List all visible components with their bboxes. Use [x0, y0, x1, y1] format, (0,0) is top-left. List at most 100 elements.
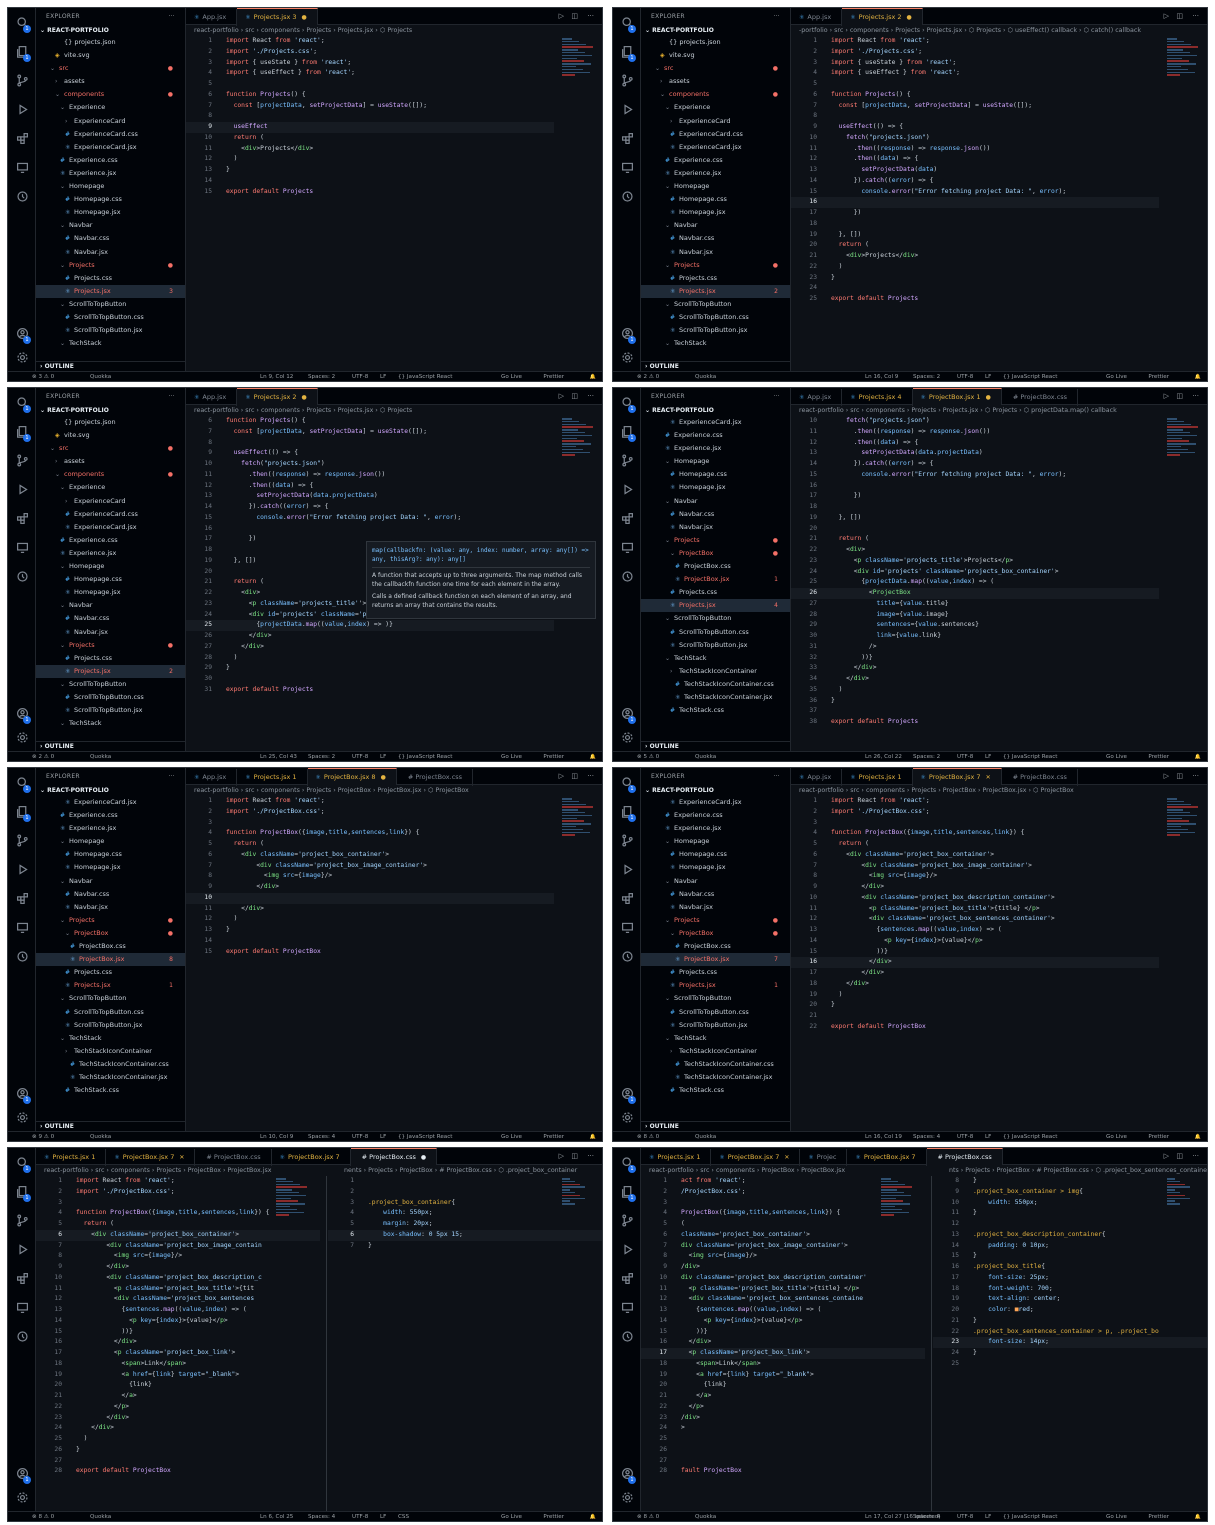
tree-item[interactable]: › TechStackIconContainer — [641, 665, 790, 678]
code-line[interactable]: 11 <div>Projects</div> — [186, 144, 554, 155]
project-section[interactable]: ⌄ REACT-PORTFOLIO — [36, 25, 185, 36]
editor-tab[interactable]: # ProjectBox.css — [195, 1149, 272, 1166]
line-ending[interactable]: LF — [380, 372, 386, 381]
project-section[interactable]: ⌄ REACT-PORTFOLIO — [641, 405, 790, 416]
tree-item[interactable]: ⚛ Homepage.jsx — [36, 206, 185, 219]
split-editor-icon[interactable]: ◫ — [571, 1148, 578, 1165]
code-line[interactable]: 16 </div> — [36, 1337, 320, 1348]
tree-item[interactable]: # ExperienceCard.css — [641, 128, 790, 141]
code-line[interactable]: 23 <p className='projects_title'>Project… — [791, 556, 1159, 567]
tree-item[interactable]: ⚛ Projects.jsx 1 — [36, 979, 185, 992]
extensions-icon[interactable] — [620, 1272, 634, 1286]
tree-item[interactable]: {} projects.json — [641, 36, 790, 49]
code-line[interactable]: 10 return ( — [186, 133, 554, 144]
code-line[interactable]: 18 — [791, 502, 1159, 513]
tree-item[interactable]: # Experience.css — [641, 429, 790, 442]
code-line[interactable]: 7 const [projectData, setProjectData] = … — [791, 101, 1159, 112]
tree-item[interactable]: {} projects.json — [36, 36, 185, 49]
code-line[interactable]: 4 import { useEffect } from 'react'; — [791, 68, 1159, 79]
code-line[interactable]: 15} — [933, 1251, 1207, 1262]
code-line[interactable]: 25 {projectData.map((value,index) => ( — [791, 577, 1159, 588]
code-line[interactable]: 33 </div> — [791, 663, 1159, 674]
editor-tab[interactable]: ⚛ App.jsx — [186, 769, 238, 786]
code-line[interactable]: 19 }, []) — [791, 230, 1159, 241]
tree-item[interactable]: ⚛ ExperienceCard.jsx — [36, 796, 185, 809]
quokka-status[interactable]: Quokka — [90, 752, 111, 761]
editor-tab[interactable]: ⚛ ProjectBox.jsx 1 ● — [912, 388, 1002, 405]
code-line[interactable]: 6 <div className='project_box_container'… — [791, 850, 1159, 861]
line-ending[interactable]: LF — [380, 1132, 386, 1141]
code-line[interactable]: 23} — [791, 273, 1159, 284]
editor-tab[interactable]: ⚛ Projects.jsx 1 — [641, 1149, 712, 1166]
editor-tab[interactable]: # ProjectBox.css — [926, 1148, 1003, 1165]
timeline-icon[interactable] — [15, 1330, 29, 1344]
split-editor-icon[interactable]: ◫ — [1176, 388, 1183, 405]
search-icon[interactable]: 1 — [620, 16, 636, 33]
tree-item[interactable]: ⚛ TechStackIconContainer.jsx — [641, 691, 790, 704]
editor-tab[interactable]: ⚛ App.jsx — [791, 389, 843, 406]
files-icon[interactable]: 1 — [620, 805, 636, 822]
tree-item[interactable]: # ProjectBox.css — [641, 940, 790, 953]
code-line[interactable]: 19 ) — [791, 990, 1159, 1001]
tree-item[interactable]: ⚛ Navbar.jsx — [641, 901, 790, 914]
tree-item[interactable]: › assets — [641, 75, 790, 88]
code-line[interactable]: 5 return ( — [36, 1219, 320, 1230]
code-line[interactable]: 28 ) — [186, 653, 554, 664]
code-line[interactable]: 17 <p className='project_box_link'> — [641, 1348, 925, 1359]
tree-item[interactable]: › ExperienceCard — [641, 115, 790, 128]
code-line[interactable]: 4 import { useEffect } from 'react'; — [186, 68, 554, 79]
code-line[interactable]: 9 .project_box_container > img{ — [933, 1187, 1207, 1198]
tree-item[interactable]: # Projects.css — [36, 652, 185, 665]
run-icon[interactable]: ▷ — [559, 8, 564, 25]
editor-tab[interactable]: ⚛ ProjectBox.jsx 7 — [847, 1149, 927, 1166]
editor-tab[interactable]: ⚛ App.jsx — [791, 769, 843, 786]
code-editor[interactable]: 1 import React from 'react'; 2 import './Pr… — [186, 36, 554, 371]
manage-gear-icon[interactable] — [620, 1491, 634, 1505]
code-editor[interactable]: 1 import React from 'react'; 2 import './Pr… — [791, 796, 1159, 1131]
run-icon[interactable]: ▷ — [1164, 1148, 1169, 1165]
tree-item[interactable]: # ExperienceCard.css — [36, 508, 185, 521]
accounts-icon[interactable]: 1 — [15, 327, 31, 344]
code-line[interactable]: 16 — [791, 481, 1159, 492]
code-editor[interactable]: 1 import React from 'react'; 2 import './Pr… — [36, 1176, 320, 1511]
breadcrumb[interactable]: react-portfolio › src › components › Pro… — [186, 25, 602, 36]
tree-item[interactable]: ⌄ Experience — [36, 101, 185, 114]
run-debug-icon[interactable] — [15, 103, 29, 117]
tree-item[interactable]: # Homepage.css — [36, 848, 185, 861]
code-line[interactable]: 22 export default ProjectBox — [791, 1022, 1159, 1033]
tree-item[interactable]: ⚛ Homepage.jsx — [641, 206, 790, 219]
code-line[interactable]: 29} — [186, 663, 554, 674]
source-control-icon[interactable] — [620, 1214, 634, 1228]
tree-item[interactable]: # ExperienceCard.css — [36, 128, 185, 141]
code-line[interactable]: 13 setProjectData(data.projectData) — [791, 448, 1159, 459]
code-line[interactable]: 31 /> — [791, 642, 1159, 653]
encoding[interactable]: UTF-8 — [352, 752, 368, 761]
run-debug-icon[interactable] — [15, 483, 29, 497]
tree-item[interactable]: # Projects.css — [641, 272, 790, 285]
outline-section[interactable]: › OUTLINE — [641, 361, 790, 371]
code-line[interactable]: 12 <div className='project_box_sentences… — [641, 1294, 925, 1305]
source-control-icon[interactable] — [620, 74, 634, 88]
code-line[interactable]: 8 <img src={image}/> — [186, 871, 554, 882]
code-line[interactable]: 22 </p> — [641, 1402, 925, 1413]
tree-item[interactable]: ⌄ Navbar — [36, 219, 185, 232]
code-line[interactable]: 23/div> — [641, 1413, 925, 1424]
timeline-icon[interactable] — [15, 570, 29, 584]
project-section[interactable]: ⌄ REACT-PORTFOLIO — [36, 785, 185, 796]
tree-item[interactable]: › assets — [36, 75, 185, 88]
code-line[interactable]: 1 import React from 'react'; — [791, 796, 1159, 807]
breadcrumb-right[interactable]: nts › Projects › ProjectBox › # ProjectB… — [941, 1165, 1207, 1176]
extensions-icon[interactable] — [620, 512, 634, 526]
timeline-icon[interactable] — [620, 950, 634, 964]
tree-item[interactable]: ⌄ ProjectBox ● — [641, 547, 790, 560]
more-actions-icon[interactable]: ··· — [1192, 8, 1199, 25]
extensions-icon[interactable] — [15, 1272, 29, 1286]
remote-explorer-icon[interactable] — [620, 161, 634, 175]
project-section[interactable]: ⌄ REACT-PORTFOLIO — [641, 25, 790, 36]
code-editor[interactable]: 1 act from 'react'; 2/ProjectBox.css'; 3 4 Pr… — [641, 1176, 925, 1511]
run-debug-icon[interactable] — [15, 863, 29, 877]
prettier-status[interactable]: Prettier — [543, 752, 564, 761]
run-icon[interactable]: ▷ — [559, 1148, 564, 1165]
code-line[interactable]: 6 <div className='project_box_container'… — [36, 1229, 320, 1241]
tree-item[interactable]: ⌄ Homepage — [641, 455, 790, 468]
